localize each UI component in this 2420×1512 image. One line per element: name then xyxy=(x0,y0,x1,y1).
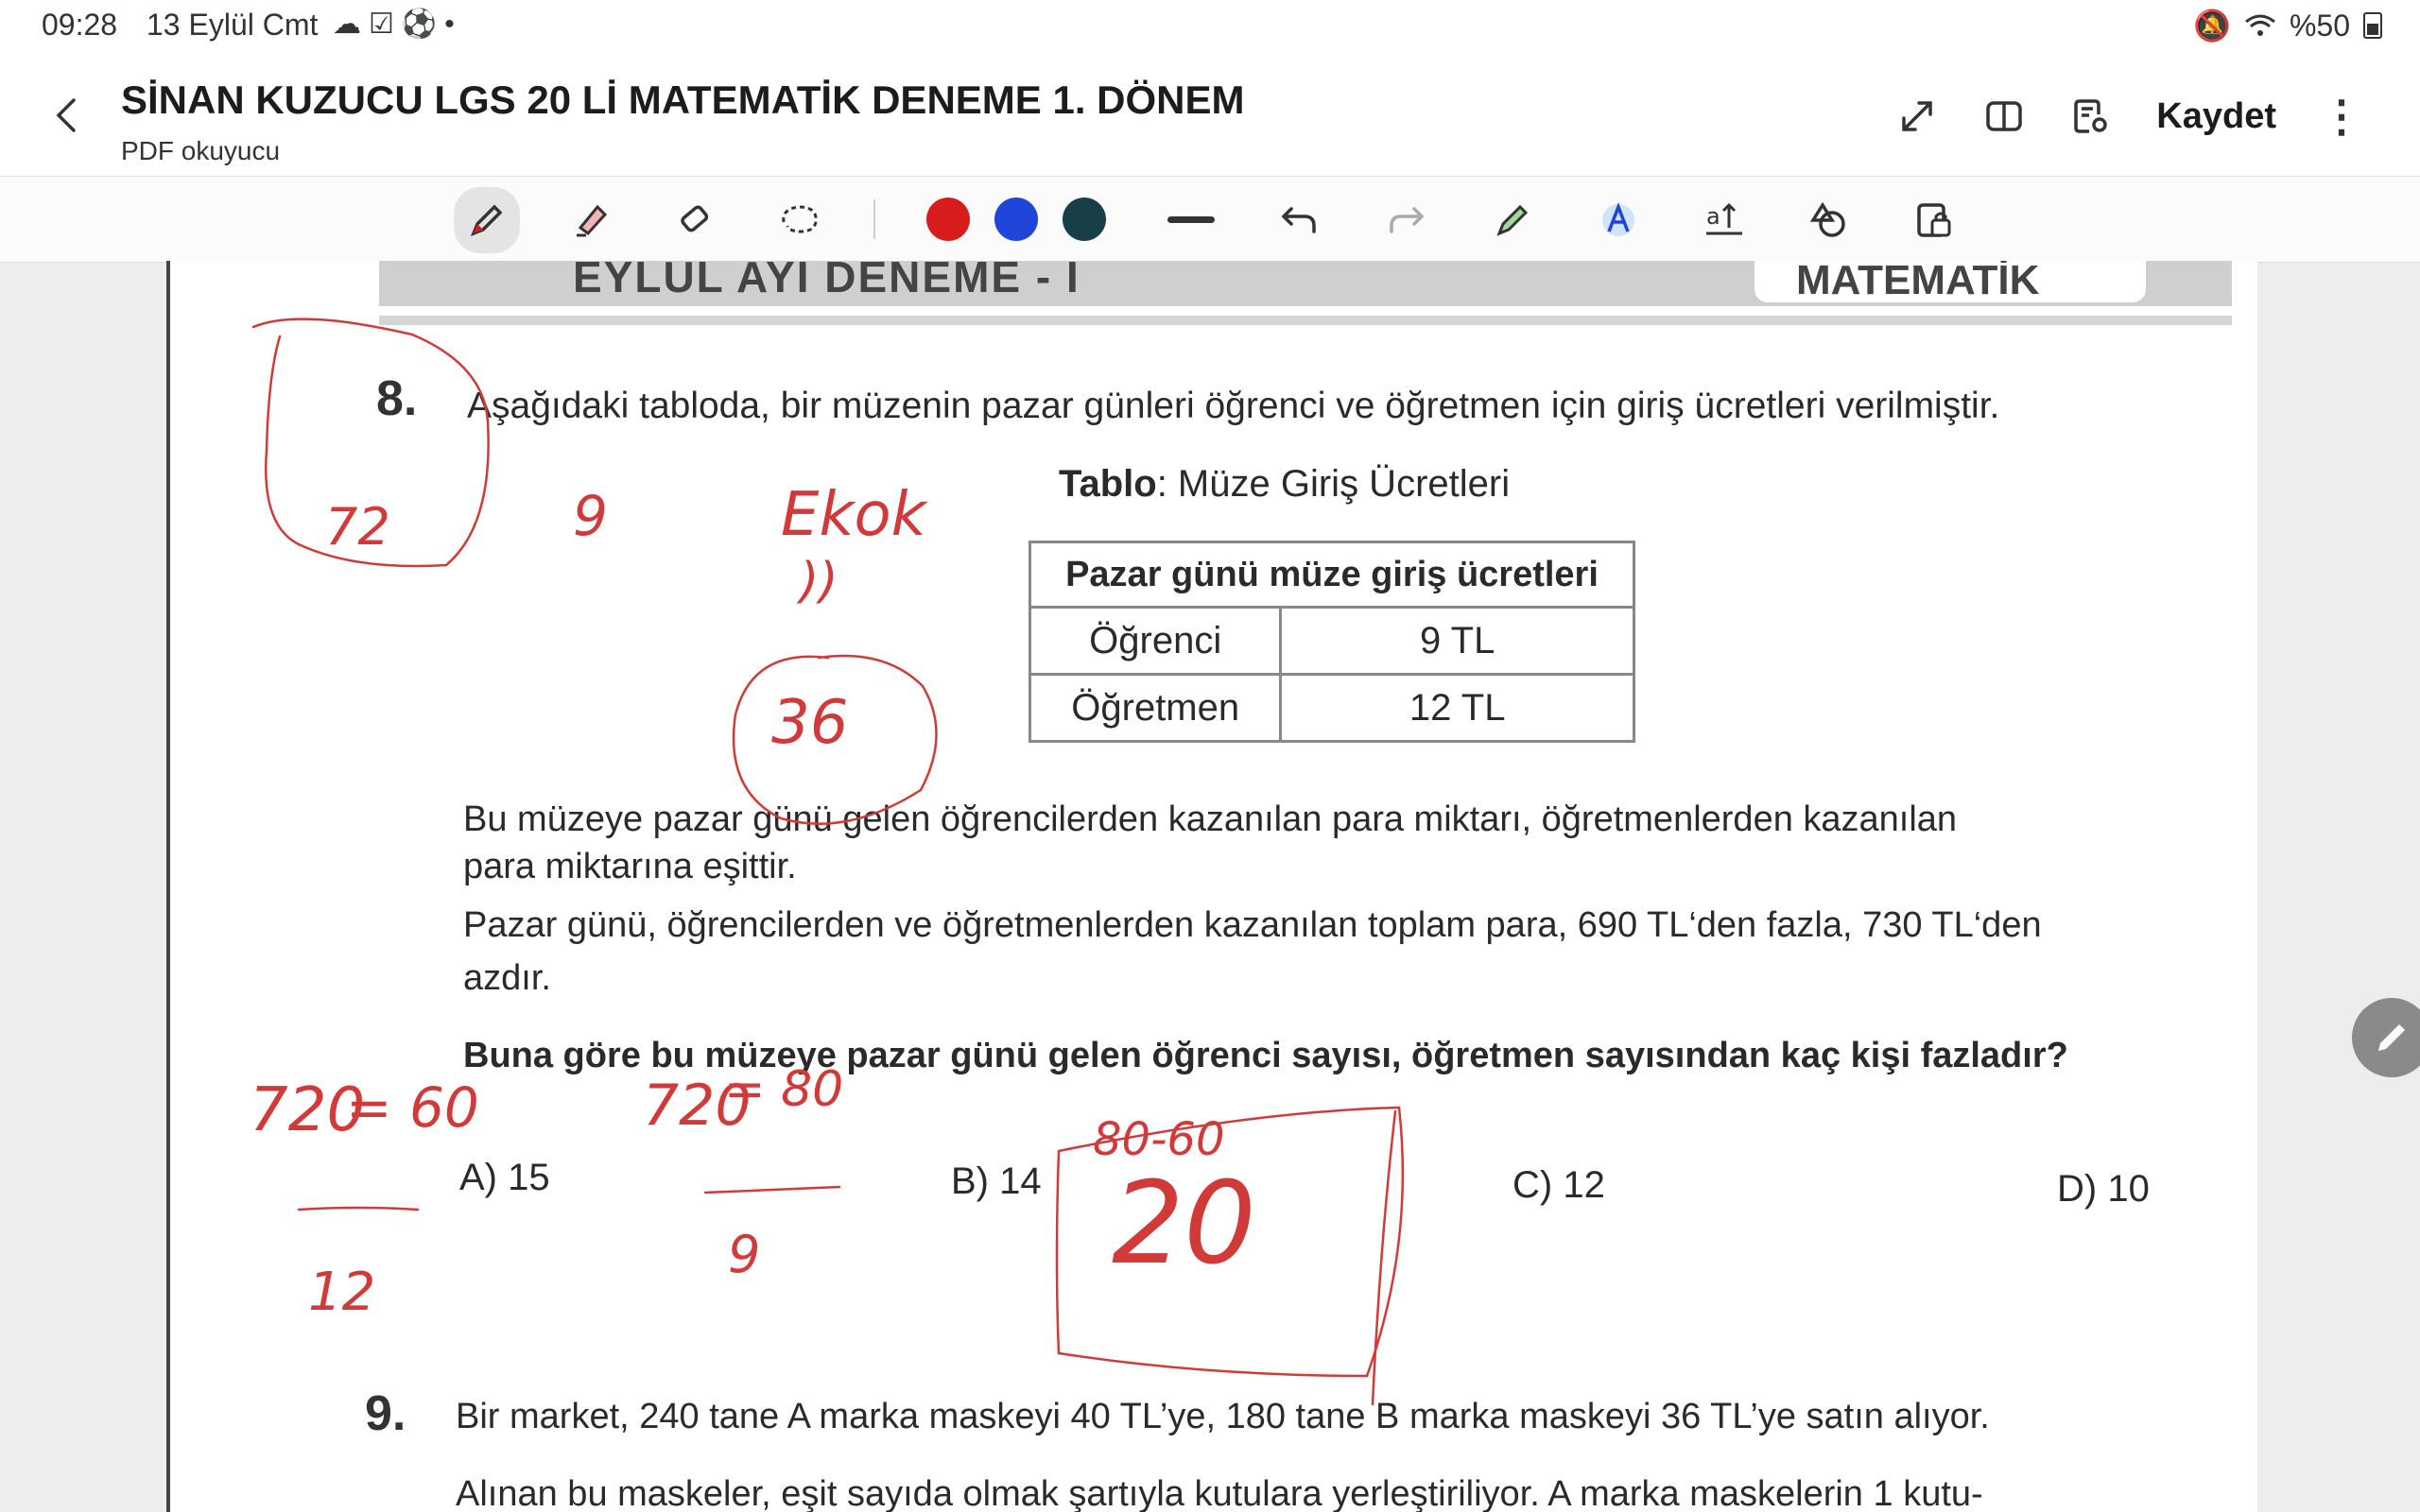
status-right: 🔕 %50 xyxy=(2193,8,2382,43)
question-8-number: 8. xyxy=(376,371,418,426)
toolbar-separator xyxy=(873,199,875,239)
handwritten-note: 720 xyxy=(643,1073,752,1139)
handwritten-note: Ekok xyxy=(781,480,929,550)
eraser-icon[interactable] xyxy=(669,194,722,247)
shapes-icon[interactable] xyxy=(1802,194,1855,247)
text-style-icon[interactable] xyxy=(1592,194,1645,247)
question-8-para1-line1: Bu müzeye pazar günü gelen öğrencilerden… xyxy=(463,799,1958,839)
document-settings-icon[interactable] xyxy=(2069,94,2113,138)
color-blue-swatch[interactable] xyxy=(994,198,1038,241)
football-icon: ⚽ xyxy=(401,9,445,40)
banner-subject: MATEMATİK xyxy=(1796,261,2040,303)
status-time: 09:28 xyxy=(42,8,118,42)
table-caption-rest: : Müze Giriş Ücretleri xyxy=(1156,463,1511,505)
undo-icon[interactable] xyxy=(1272,194,1325,247)
highlighter-icon[interactable] xyxy=(565,194,618,247)
battery-level: %50 xyxy=(2289,8,2350,43)
color-dark-teal-swatch[interactable] xyxy=(1063,198,1106,241)
page-edge xyxy=(166,261,170,1512)
edit-pencil-icon xyxy=(2378,1024,2405,1051)
handwritten-note: )) xyxy=(796,553,838,610)
checkbox-icon: ☑ xyxy=(369,9,402,40)
question-8-para2-line1: Pazar günü, öğrencilerden ve öğretmenler… xyxy=(463,905,2042,945)
table-caption-bold: Tablo xyxy=(1059,463,1157,505)
question-9-line1: Bir market, 240 tane A marka maskeyi 40 … xyxy=(456,1397,1990,1436)
book-view-icon[interactable] xyxy=(1982,94,2026,138)
redo-icon[interactable] xyxy=(1380,194,1433,247)
more-icon[interactable]: ⋮ xyxy=(2320,94,2363,138)
question-8-intro: Aşağıdaki tabloda, bir müzenin pazar gün… xyxy=(467,386,2000,426)
question-8-para1-line2: para miktarına eşittir. xyxy=(463,847,797,886)
handwritten-note: 20 xyxy=(1112,1159,1256,1290)
ink-fraction-line-2 xyxy=(703,1185,841,1194)
banner-rule xyxy=(379,316,2232,325)
row-teacher-value: 12 TL xyxy=(1279,673,1635,743)
pdf-page[interactable]: EYLÜL AYI DENEME - I MATEMATİK 8. Aşağıd… xyxy=(166,261,2257,1512)
thickness-icon[interactable] xyxy=(1165,194,1218,247)
save-button[interactable]: Kaydet xyxy=(2156,96,2276,137)
question-8-prompt: Buna göre bu müzeye pazar günü gelen öğr… xyxy=(463,1036,2068,1075)
document-title: SİNAN KUZUCU LGS 20 Lİ MATEMATİK DENEME … xyxy=(121,77,1245,122)
banner-title: EYLÜL AYI DENEME - I xyxy=(573,261,1080,301)
handwritten-note: 720 xyxy=(250,1075,365,1145)
dot-icon: • xyxy=(444,9,462,40)
pen-settings-icon[interactable] xyxy=(1486,194,1539,247)
svg-text:a: a xyxy=(1706,203,1720,230)
expand-icon[interactable] xyxy=(1895,94,1939,138)
wifi-icon xyxy=(2245,14,2275,36)
handwritten-note: = 60 xyxy=(346,1075,479,1140)
status-date: 13 Eylül Cmt xyxy=(147,8,319,42)
status-bar: 09:28 13 Eylül Cmt ☁☑⚽• 🔕 %50 xyxy=(0,0,2420,49)
header-actions: Kaydet ⋮ xyxy=(1895,94,2363,138)
back-arrow-icon[interactable] xyxy=(49,96,87,134)
row-student-label: Öğrenci xyxy=(1028,606,1283,676)
table-caption: Tablo: Müze Giriş Ücretleri xyxy=(1059,463,1510,506)
handwritten-note: 72 xyxy=(325,497,390,557)
option-d[interactable]: D) 10 xyxy=(2057,1168,2150,1211)
option-a[interactable]: A) 15 xyxy=(459,1157,550,1199)
handwritten-note: 9 xyxy=(573,484,608,548)
fees-table: Pazar günü müze giriş ücretleri Öğrenci … xyxy=(1028,541,1635,743)
question-9-line2: Alınan bu maskeler, eşit sayıda olmak şa… xyxy=(456,1474,1983,1512)
option-b[interactable]: B) 14 xyxy=(951,1160,1042,1203)
table-row: Öğretmen 12 TL xyxy=(1028,673,1635,743)
pen-icon[interactable] xyxy=(454,187,520,253)
fees-table-header: Pazar günü müze giriş ücretleri xyxy=(1028,541,1635,609)
handwritten-note: 9 xyxy=(728,1225,760,1284)
row-student-value: 9 TL xyxy=(1279,606,1635,676)
banner-subject-tab: MATEMATİK xyxy=(1754,261,2146,303)
handwritten-note: 36 xyxy=(771,688,848,758)
ink-tail xyxy=(1371,1109,1397,1406)
edit-fab[interactable] xyxy=(2352,998,2420,1077)
table-row: Öğrenci 9 TL xyxy=(1028,606,1635,676)
row-teacher-label: Öğretmen xyxy=(1028,673,1283,743)
ink-fraction-line-1 xyxy=(297,1206,420,1211)
handwritten-note: 12 xyxy=(308,1262,375,1323)
battery-icon xyxy=(2363,12,2382,39)
lock-icon[interactable] xyxy=(1908,194,1961,247)
cloud-icon: ☁ xyxy=(333,9,369,40)
color-red-swatch[interactable] xyxy=(926,198,970,241)
app-header: SİNAN KUZUCU LGS 20 Lİ MATEMATİK DENEME … xyxy=(0,49,2420,176)
question-8-para2-line2: azdır. xyxy=(463,958,551,998)
option-c[interactable]: C) 12 xyxy=(1512,1164,1605,1207)
document-subtitle: PDF okuyucu xyxy=(121,136,281,165)
ink-box-q8 xyxy=(251,318,490,568)
question-9-number: 9. xyxy=(365,1386,406,1441)
handwritten-note: 80-60 xyxy=(1093,1113,1224,1166)
ink-box-answer xyxy=(1055,1106,1405,1378)
text-box-icon[interactable]: a xyxy=(1698,194,1751,247)
pen-toolbar: a xyxy=(0,176,2420,263)
mute-icon: 🔕 xyxy=(2193,9,2231,43)
status-notification-icons: ☁☑⚽• xyxy=(333,8,462,41)
lasso-icon[interactable] xyxy=(773,194,826,247)
